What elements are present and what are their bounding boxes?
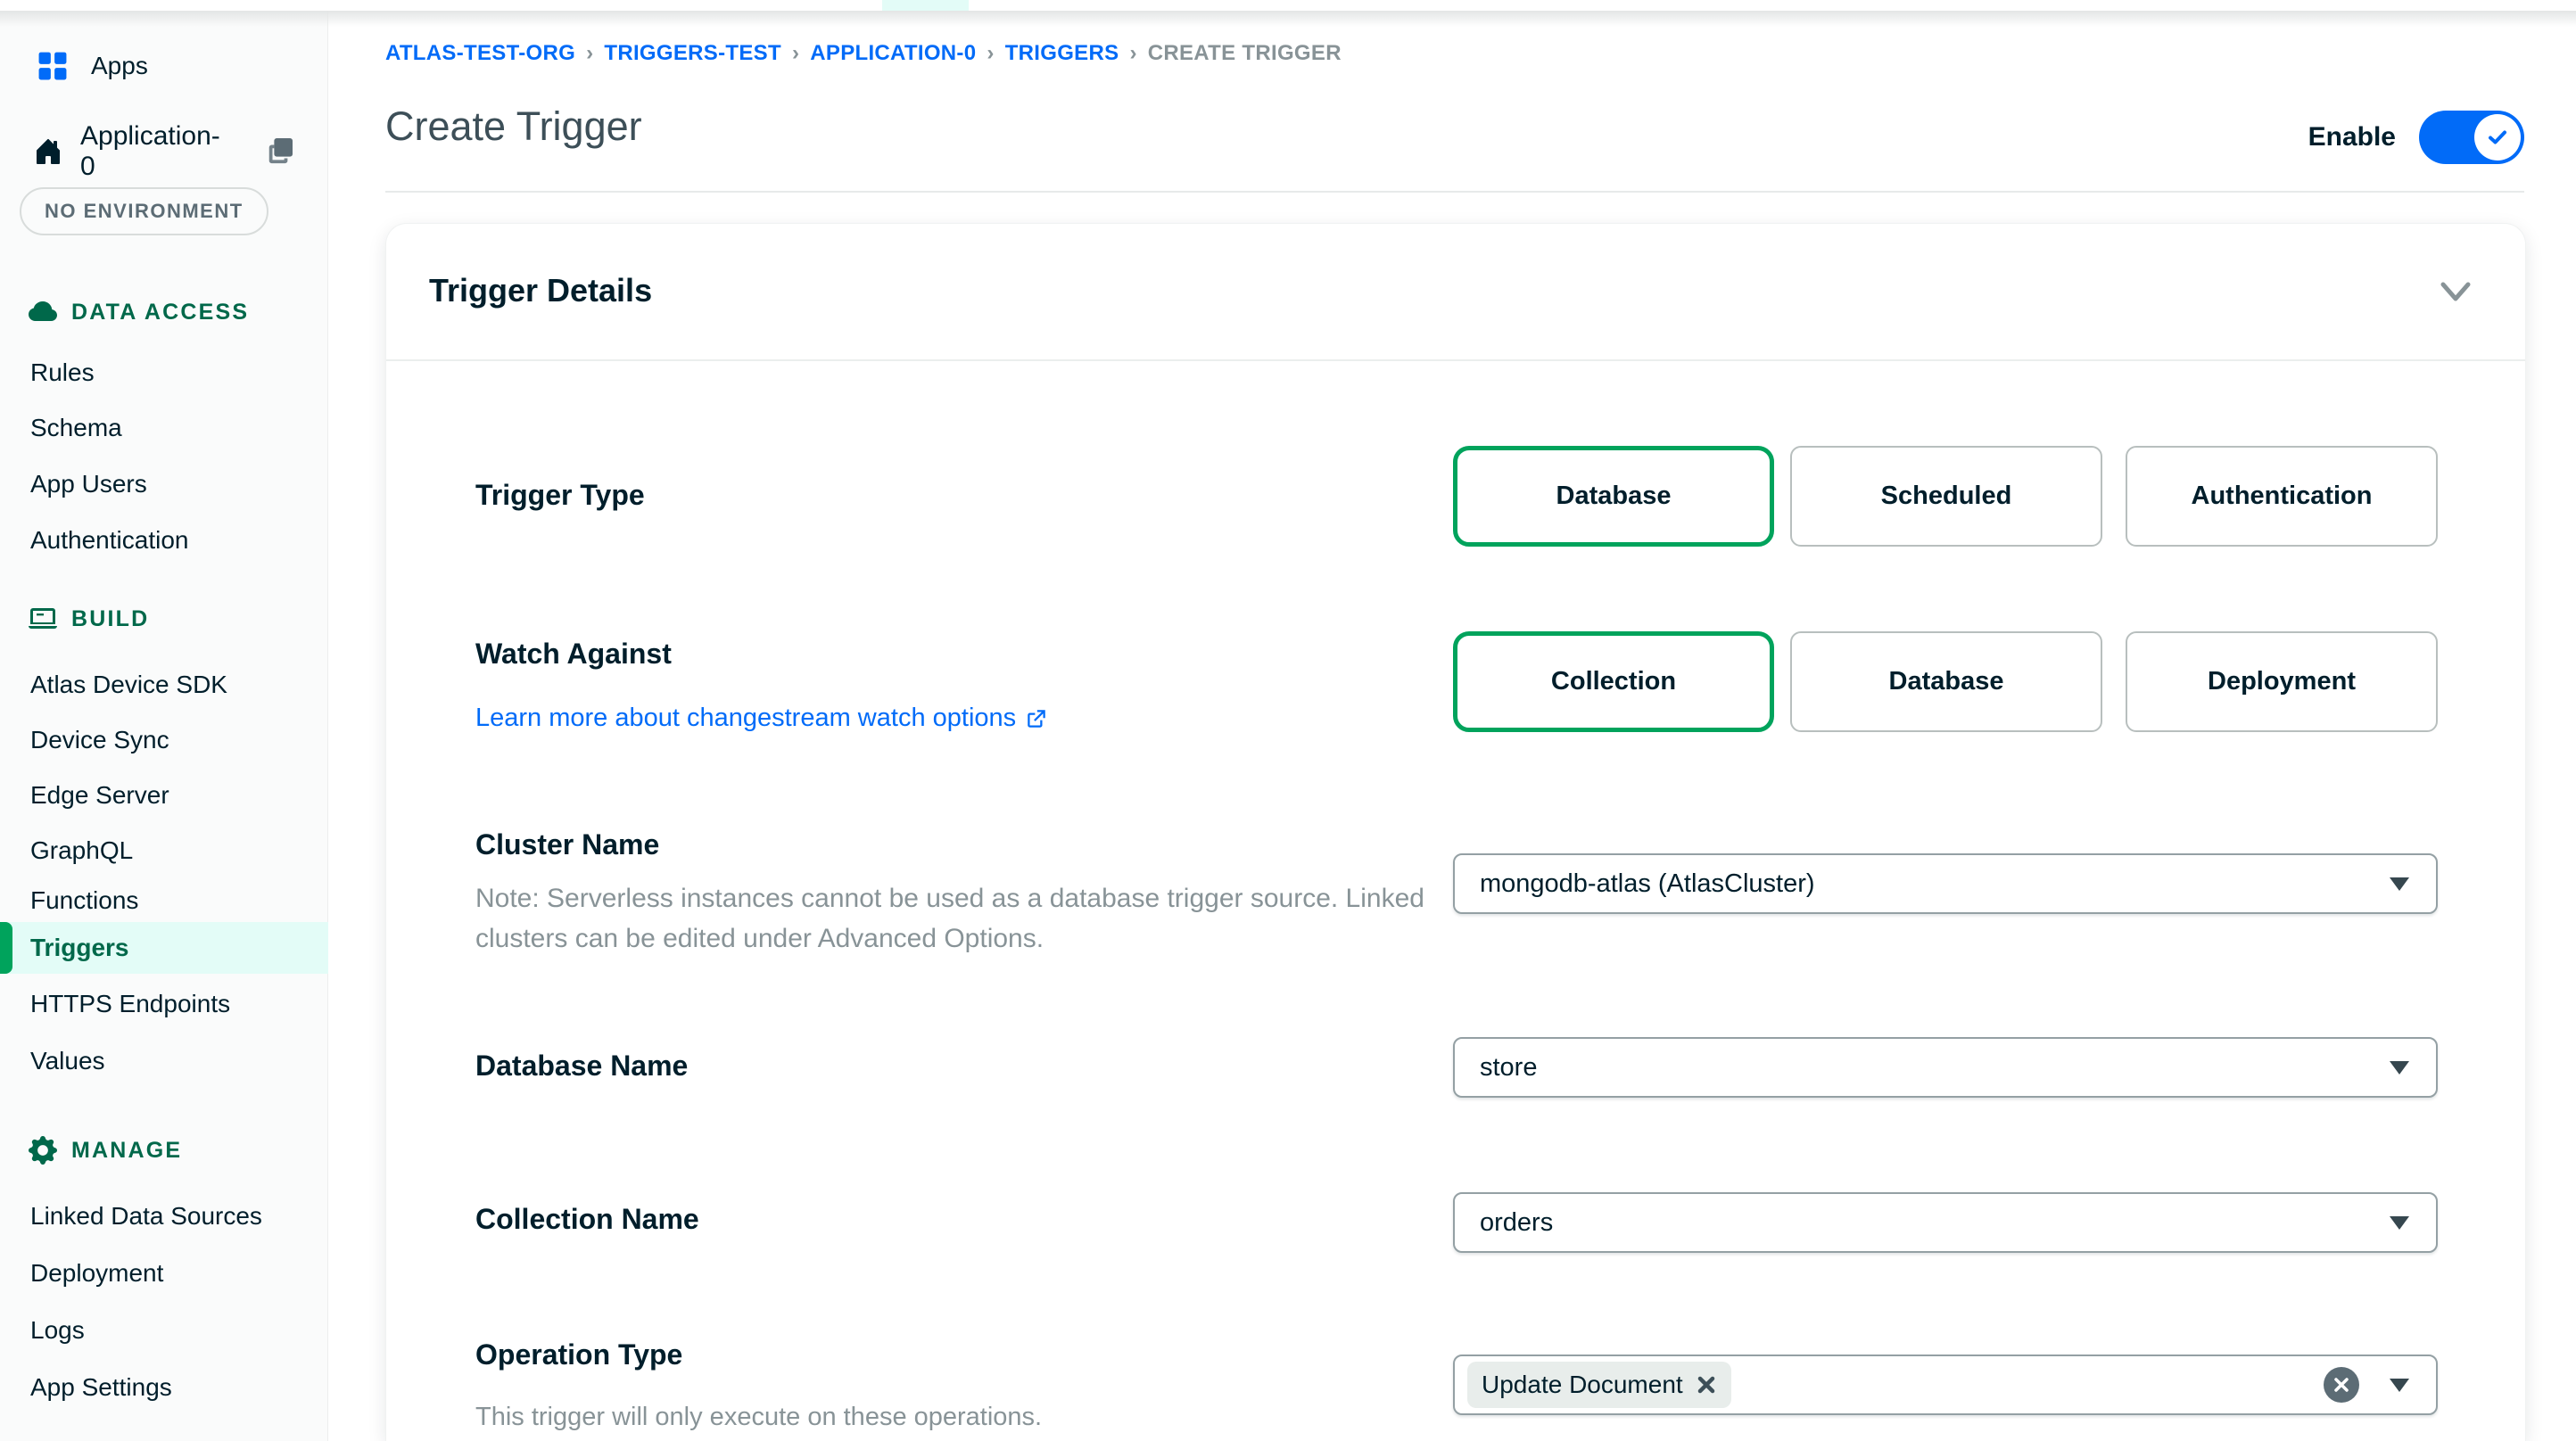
external-link-icon xyxy=(1025,707,1048,730)
card-header[interactable]: Trigger Details xyxy=(386,224,2525,359)
sidebar-item-atlas-device-sdk[interactable]: Atlas Device SDK xyxy=(0,663,328,706)
home-icon xyxy=(34,137,62,166)
title-divider xyxy=(385,191,2524,193)
cluster-name-note: Note: Serverless instances cannot be use… xyxy=(475,878,1519,959)
operation-type-label: Operation Type xyxy=(475,1338,682,1371)
apps-grid-icon xyxy=(36,49,70,83)
operation-type-note: This trigger will only execute on these … xyxy=(475,1397,1519,1437)
environment-badge: NO ENVIRONMENT xyxy=(20,187,268,235)
chevron-down-icon[interactable] xyxy=(2436,279,2475,306)
enable-toggle[interactable] xyxy=(2419,111,2524,164)
breadcrumb-link[interactable]: TRIGGERS-TEST xyxy=(604,41,781,66)
watch-against-option-database[interactable]: Database xyxy=(1790,631,2102,732)
trigger-type-options: Database Scheduled Authentication xyxy=(1453,446,2438,547)
clear-all-icon[interactable] xyxy=(2324,1367,2359,1403)
caret-down-icon xyxy=(2390,1216,2409,1230)
breadcrumb-separator: › xyxy=(1129,41,1136,66)
cluster-name-label: Cluster Name xyxy=(475,828,659,861)
trigger-type-option-authentication[interactable]: Authentication xyxy=(2126,446,2438,547)
sidebar-item-app-users[interactable]: App Users xyxy=(0,463,328,506)
sidebar-item-functions[interactable]: Functions xyxy=(0,879,328,922)
app-name: Application-0 xyxy=(80,121,230,182)
trigger-details-card: Trigger Details Trigger Type Database Sc… xyxy=(385,223,2526,1441)
database-name-label: Database Name xyxy=(475,1050,688,1083)
trigger-type-option-scheduled[interactable]: Scheduled xyxy=(1790,446,2102,547)
collection-name-select[interactable]: orders xyxy=(1453,1192,2438,1253)
breadcrumb: ATLAS-TEST-ORG › TRIGGERS-TEST › APPLICA… xyxy=(385,41,1342,66)
chip-remove-icon[interactable] xyxy=(1696,1374,1717,1396)
watch-against-label: Watch Against xyxy=(475,638,672,671)
breadcrumb-link[interactable]: TRIGGERS xyxy=(1005,41,1119,66)
operation-type-multiselect[interactable]: Update Document xyxy=(1453,1355,2438,1415)
top-mint-tab xyxy=(882,0,969,11)
changestream-link[interactable]: Learn more about changestream watch opti… xyxy=(475,704,1048,733)
collection-name-value: orders xyxy=(1480,1208,1553,1238)
laptop-icon xyxy=(29,605,57,633)
card-title: Trigger Details xyxy=(429,272,652,309)
caret-down-icon xyxy=(2390,1379,2409,1392)
breadcrumb-separator: › xyxy=(586,41,593,66)
sidebar-item-app-settings[interactable]: App Settings xyxy=(0,1366,328,1409)
check-icon xyxy=(2484,124,2511,151)
sidebar-item-deployment[interactable]: Deployment xyxy=(0,1252,328,1295)
database-name-select[interactable]: store xyxy=(1453,1037,2438,1098)
sidebar-item-triggers[interactable]: Triggers xyxy=(0,922,328,974)
section-label: DATA ACCESS xyxy=(71,300,249,325)
sidebar-item-logs[interactable]: Logs xyxy=(0,1309,328,1352)
database-name-value: store xyxy=(1480,1053,1537,1083)
card-divider xyxy=(386,359,2525,361)
sidebar-item-schema[interactable]: Schema xyxy=(0,407,328,449)
apps-label: Apps xyxy=(91,52,148,80)
sidebar-section-manage: MANAGE xyxy=(29,1132,182,1168)
top-shadow xyxy=(0,11,2576,27)
top-strip xyxy=(0,0,2576,11)
breadcrumb-separator: › xyxy=(987,41,994,66)
section-label: BUILD xyxy=(71,606,149,632)
breadcrumb-link[interactable]: ATLAS-TEST-ORG xyxy=(385,41,575,66)
operation-chip-label: Update Document xyxy=(1482,1371,1683,1399)
page-title: Create Trigger xyxy=(385,103,642,150)
trigger-type-option-database[interactable]: Database xyxy=(1453,446,1774,547)
toggle-knob xyxy=(2474,114,2521,161)
gear-icon xyxy=(29,1136,57,1165)
sidebar-section-build: BUILD xyxy=(29,601,149,637)
cluster-name-value: mongodb-atlas (AtlasCluster) xyxy=(1480,869,1815,899)
cloud-icon xyxy=(29,298,57,326)
collection-name-label: Collection Name xyxy=(475,1203,699,1236)
trigger-type-label: Trigger Type xyxy=(475,479,645,512)
sidebar-item-authentication[interactable]: Authentication xyxy=(0,519,328,562)
sidebar-item-graphql[interactable]: GraphQL xyxy=(0,829,328,872)
sidebar-item-application[interactable]: Application-0 xyxy=(0,130,328,173)
sidebar-item-linked-data-sources[interactable]: Linked Data Sources xyxy=(0,1195,328,1238)
breadcrumb-current: CREATE TRIGGER xyxy=(1148,41,1342,66)
caret-down-icon xyxy=(2390,1061,2409,1075)
sidebar-item-rules[interactable]: Rules xyxy=(0,351,328,394)
sidebar-item-values[interactable]: Values xyxy=(0,1040,328,1083)
enable-toggle-group: Enable xyxy=(2308,111,2524,164)
enable-label: Enable xyxy=(2308,122,2396,152)
watch-against-option-deployment[interactable]: Deployment xyxy=(2126,631,2438,732)
watch-against-option-collection[interactable]: Collection xyxy=(1453,631,1774,732)
copy-icon[interactable] xyxy=(266,138,293,165)
sidebar-item-device-sync[interactable]: Device Sync xyxy=(0,719,328,762)
breadcrumb-separator: › xyxy=(792,41,799,66)
caret-down-icon xyxy=(2390,877,2409,891)
sidebar-section-data-access: DATA ACCESS xyxy=(29,294,249,330)
operation-chip: Update Document xyxy=(1467,1362,1731,1408)
sidebar: Apps Application-0 NO ENVIRONMENT DATA A… xyxy=(0,11,328,1441)
breadcrumb-link[interactable]: APPLICATION-0 xyxy=(810,41,976,66)
sidebar-item-edge-server[interactable]: Edge Server xyxy=(0,774,328,817)
sidebar-item-https-endpoints[interactable]: HTTPS Endpoints xyxy=(0,983,328,1025)
sidebar-item-apps[interactable]: Apps xyxy=(0,45,328,87)
section-label: MANAGE xyxy=(71,1138,182,1164)
watch-against-options: Collection Database Deployment xyxy=(1453,631,2438,732)
cluster-name-select[interactable]: mongodb-atlas (AtlasCluster) xyxy=(1453,853,2438,914)
changestream-link-text: Learn more about changestream watch opti… xyxy=(475,704,1016,733)
